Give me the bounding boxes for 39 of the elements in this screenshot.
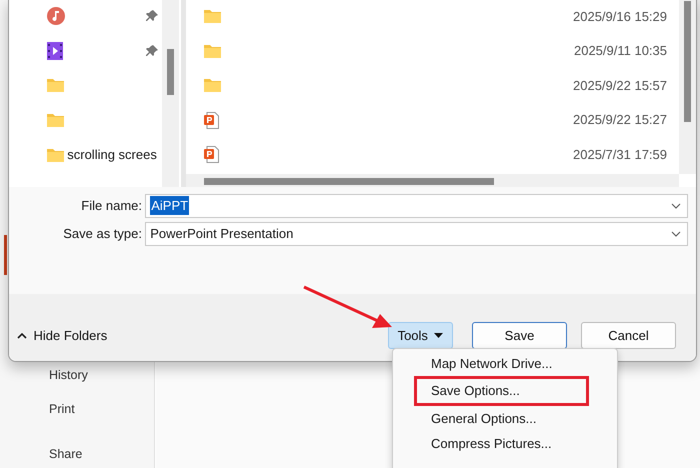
chevron-icon (671, 230, 681, 236)
tools-button[interactable]: Tools (388, 322, 453, 349)
cancel-button[interactable]: Cancel (581, 322, 676, 349)
powerpoint-file-icon (204, 146, 219, 164)
date-modified: 2025/9/11 10:35 (574, 42, 667, 60)
file-type-dropdown[interactable]: PowerPoint Presentation (145, 222, 688, 246)
scrollbar-thumb[interactable] (204, 178, 494, 185)
field-label: Save as type: (62, 224, 142, 243)
chevron-up-icon (17, 332, 27, 338)
nav-item[interactable]: Share (49, 445, 82, 464)
scrollbar-thumb[interactable] (684, 1, 691, 122)
folder-icon (204, 9, 221, 24)
date-modified: 2025/7/31 17:59 (573, 146, 667, 164)
menu-item[interactable]: Compress Pictures... (393, 431, 617, 456)
nav-item[interactable]: History (49, 366, 88, 385)
menu-item[interactable]: General Options... (393, 406, 617, 431)
folder-icon (47, 113, 64, 128)
chevron-icon (671, 202, 681, 208)
video-icon (47, 42, 63, 60)
folder-icon (47, 78, 64, 92)
nav-item[interactable]: Print (49, 400, 75, 419)
nav-item[interactable]: scrolling screes (67, 144, 157, 164)
caret-icon (434, 333, 444, 338)
file-name-field[interactable]: AiPPT (145, 194, 688, 218)
accent-bar (4, 235, 7, 275)
powerpoint-file-icon (204, 112, 219, 129)
folder-icon (47, 148, 64, 162)
date-modified: 2025/9/16 15:29 (573, 8, 667, 26)
hide-folders-button[interactable]: Hide Folders (17, 322, 108, 349)
music-icon (47, 7, 65, 26)
date-modified: 2025/9/22 15:57 (573, 76, 667, 95)
save-button[interactable]: Save (472, 322, 567, 349)
folder-icon (204, 78, 221, 92)
scrollbar-thumb[interactable] (167, 49, 174, 95)
folder-icon (204, 44, 221, 58)
menu-item[interactable]: Save Options... (414, 376, 589, 406)
field-label: File name: (80, 196, 142, 215)
date-modified: 2025/9/22 15:27 (573, 111, 667, 130)
menu-item[interactable]: Map Network Drive... (393, 351, 617, 376)
